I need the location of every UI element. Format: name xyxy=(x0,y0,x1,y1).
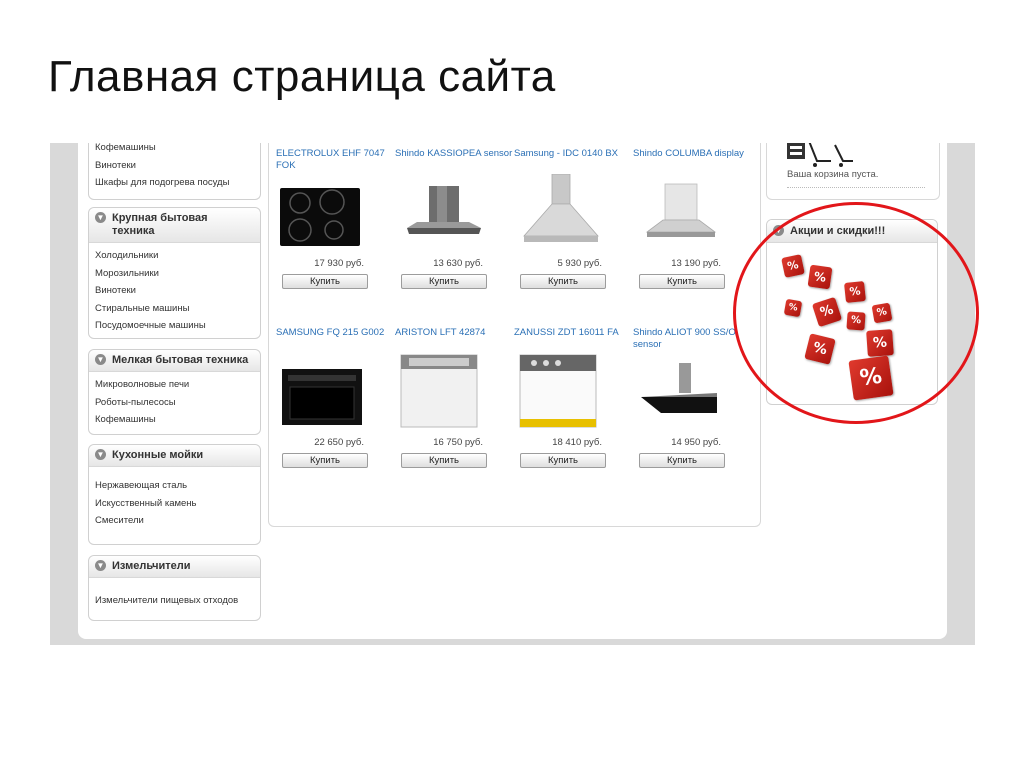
buy-button[interactable]: Купить xyxy=(282,453,368,468)
sidebar-link[interactable]: Микроволновые печи xyxy=(95,376,260,394)
buy-button[interactable]: Купить xyxy=(639,274,725,289)
buy-button[interactable]: Купить xyxy=(639,453,725,468)
sidebar-link[interactable]: Кофемашины xyxy=(95,411,260,429)
sidebar-link[interactable]: Винотеки xyxy=(95,282,260,300)
sidebar-link[interactable]: Посудомоечные машины xyxy=(95,317,260,335)
product-price: 17 930 руб. xyxy=(314,258,364,269)
sidebar-link[interactable]: Измельчители пищевых отходов xyxy=(95,592,260,610)
product-card: ARISTON LFT 42874 16 750 руб. Купить xyxy=(395,327,513,468)
product-price: 13 630 руб. xyxy=(433,258,483,269)
cart-icon xyxy=(787,143,853,167)
buy-button[interactable]: Купить xyxy=(520,274,606,289)
sidebar-link[interactable]: Роботы-пылесосы xyxy=(95,394,260,412)
product-price: 13 190 руб. xyxy=(671,258,721,269)
product-image[interactable] xyxy=(399,174,499,252)
chevron-down-icon: ▼ xyxy=(95,560,106,571)
product-card: SAMSUNG FQ 215 G002 22 650 руб. Купить xyxy=(276,327,394,468)
category-box-disposers: ▼ Измельчители Измельчители пищевых отход… xyxy=(88,555,261,621)
buy-button[interactable]: Купить xyxy=(282,274,368,289)
product-price: 18 410 руб. xyxy=(552,437,602,448)
sidebar-link[interactable]: Винотеки xyxy=(95,157,260,175)
product-image[interactable] xyxy=(637,174,737,252)
product-card: Shindo COLUMBA display 13 190 руб. Купит… xyxy=(633,148,751,289)
product-name-link[interactable]: SAMSUNG FQ 215 G002 xyxy=(276,327,394,353)
product-image[interactable] xyxy=(280,174,380,252)
sidebar-link[interactable]: Шкафы для подогрева посуды xyxy=(95,174,260,192)
product-image[interactable] xyxy=(637,353,737,431)
category-header[interactable]: ▼ Кухонные мойки xyxy=(89,445,260,467)
chevron-down-icon: ▼ xyxy=(95,449,106,460)
product-name-link[interactable]: Shindo KASSIOPEA sensor xyxy=(395,148,513,174)
product-image[interactable] xyxy=(518,174,618,252)
category-header[interactable]: ▼ Мелкая бытовая техника xyxy=(89,350,260,372)
cart-empty-text: Ваша корзина пуста. xyxy=(787,169,879,180)
cart-widget: Ваша корзина пуста. xyxy=(766,143,940,200)
product-card: ELECTROLUX EHF 7047 FOK 17 930 руб. Купи… xyxy=(276,148,394,289)
sidebar-link[interactable]: Искусственный камень xyxy=(95,495,260,513)
category-box-top: Кофемашины Винотеки Шкафы для подогрева … xyxy=(88,143,261,200)
sidebar-link[interactable]: Смесители xyxy=(95,512,260,530)
chevron-down-icon: ▼ xyxy=(95,354,106,365)
sidebar-link[interactable]: Морозильники xyxy=(95,265,260,283)
product-card: Shindo ALIOT 900 SS/O sensor 14 950 руб.… xyxy=(633,327,751,468)
product-card: Shindo KASSIOPEA sensor 13 630 руб. Купи… xyxy=(395,148,513,289)
buy-button[interactable]: Купить xyxy=(401,274,487,289)
product-image[interactable] xyxy=(280,353,380,431)
sidebar-link[interactable]: Холодильники xyxy=(95,247,260,265)
product-price: 16 750 руб. xyxy=(433,437,483,448)
product-price: 22 650 руб. xyxy=(314,437,364,448)
chevron-down-icon: ▼ xyxy=(95,212,106,223)
product-name-link[interactable]: ELECTROLUX EHF 7047 FOK xyxy=(276,148,394,174)
slide-title: Главная страница сайта xyxy=(48,52,556,101)
sidebar-link[interactable]: Кофемашины xyxy=(95,143,260,157)
sidebar-link[interactable]: Стиральные машины xyxy=(95,300,260,318)
category-box-sinks: ▼ Кухонные мойки Нержавеющая сталь Искусс… xyxy=(88,444,261,545)
product-price: 14 950 руб. xyxy=(671,437,721,448)
product-image[interactable] xyxy=(399,353,499,431)
category-header[interactable]: ▼ Измельчители xyxy=(89,556,260,578)
category-header[interactable]: ▼ Крупная бытовая техника xyxy=(89,208,260,243)
buy-button[interactable]: Купить xyxy=(520,453,606,468)
product-card: Samsung - IDC 0140 BX 5 930 руб. Купить xyxy=(514,148,632,289)
category-box-large-appliances: ▼ Крупная бытовая техника Холодильники Мо… xyxy=(88,207,261,339)
highlight-circle xyxy=(733,202,979,424)
product-name-link[interactable]: ZANUSSI ZDT 16011 FA xyxy=(514,327,632,353)
sidebar-link[interactable]: Нержавеющая сталь xyxy=(95,477,260,495)
product-grid: ELECTROLUX EHF 7047 FOK 17 930 руб. Купи… xyxy=(268,143,761,527)
product-card: ZANUSSI ZDT 16011 FA 18 410 руб. Купить xyxy=(514,327,632,468)
product-image[interactable] xyxy=(518,353,618,431)
product-name-link[interactable]: ARISTON LFT 42874 xyxy=(395,327,513,353)
product-name-link[interactable]: Shindo ALIOT 900 SS/O sensor xyxy=(633,327,751,353)
buy-button[interactable]: Купить xyxy=(401,453,487,468)
product-name-link[interactable]: Shindo COLUMBA display xyxy=(633,148,751,174)
category-box-small-appliances: ▼ Мелкая бытовая техника Микроволновые пе… xyxy=(88,349,261,435)
product-name-link[interactable]: Samsung - IDC 0140 BX xyxy=(514,148,632,174)
product-price: 5 930 руб. xyxy=(557,258,602,269)
divider xyxy=(787,187,925,188)
